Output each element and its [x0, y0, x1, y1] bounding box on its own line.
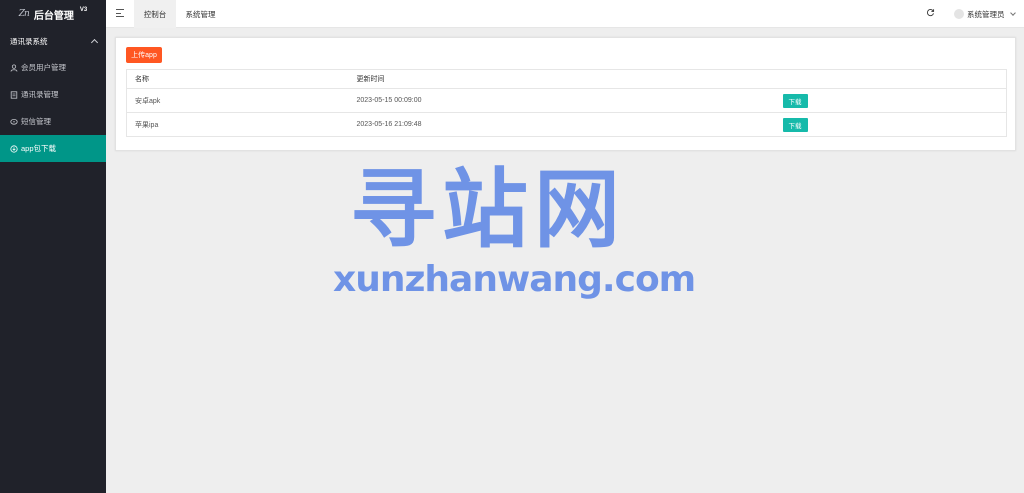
sidebar-item-app-download[interactable]: app包下载 [0, 135, 106, 162]
avatar [954, 9, 964, 19]
cell-action: 下载 [774, 88, 1007, 113]
menu-toggle-icon[interactable] [116, 9, 124, 17]
table-header-row: 名称 更新时间 [126, 69, 1007, 89]
top-header: 控制台 系统管理 系统管理员 [106, 0, 1024, 28]
message-icon [10, 118, 18, 126]
cell-name: 安卓apk [126, 88, 349, 113]
cell-updated: 2023-05-16 21:09:48 [348, 112, 775, 137]
table-row: 安卓apk 2023-05-15 00:09:00 下载 [126, 88, 1007, 113]
user-name: 系统管理员 [967, 9, 1005, 19]
sidebar-item-member-users[interactable]: 会员用户管理 [0, 54, 106, 81]
user-icon [10, 63, 18, 72]
logo[interactable]: Zn 后台管理 V3 [0, 0, 106, 28]
column-header-action [774, 69, 1007, 89]
chevron-up-icon [90, 38, 99, 47]
sidebar-item-sms[interactable]: 短信管理 [0, 108, 106, 135]
table-row: 苹果ipa 2023-05-16 21:09:48 下载 [126, 112, 1007, 137]
download-icon [10, 144, 18, 153]
download-button[interactable]: 下载 [782, 93, 808, 108]
sidebar-item-label: app包下载 [21, 144, 57, 153]
sidebar-group-label: 通讯录系统 [10, 36, 48, 46]
app-title: 后台管理 [33, 10, 74, 22]
sidebar-item-label: 会员用户管理 [21, 63, 66, 72]
tab-system-management[interactable]: 系统管理 [178, 0, 223, 28]
cell-updated: 2023-05-15 00:09:00 [348, 88, 775, 113]
watermark-chinese: 寻站网 [350, 160, 626, 260]
column-header-name: 名称 [126, 69, 349, 89]
app-version: V3 [79, 7, 88, 13]
chevron-down-icon [1009, 10, 1016, 16]
sidebar-group-contacts-system[interactable]: 通讯录系统 [0, 28, 106, 54]
refresh-icon[interactable] [926, 8, 935, 17]
sidebar-item-label: 短信管理 [21, 117, 51, 126]
logo-mark: Zn [18, 9, 30, 19]
tab-dashboard[interactable]: 控制台 [134, 0, 176, 28]
user-menu[interactable]: 系统管理员 [954, 0, 1016, 28]
cell-name: 苹果ipa [126, 112, 349, 137]
sidebar-item-contacts[interactable]: 通讯录管理 [0, 81, 106, 108]
watermark: 寻站网 xunzhanwang.com [333, 160, 696, 310]
app-package-table: 名称 更新时间 安卓apk 2023-05-15 00:09:00 下载 苹果i… [126, 69, 1007, 137]
sidebar: Zn 后台管理 V3 通讯录系统 会员用户管理 通讯录管理 短信管理 app包下载 [0, 0, 106, 493]
upload-app-button[interactable]: 上传app [126, 47, 162, 63]
app-download-card: 上传app 名称 更新时间 安卓apk 2023-05-15 00:09:00 … [115, 37, 1016, 151]
download-button[interactable]: 下载 [782, 117, 808, 132]
watermark-domain: xunzhanwang.com [333, 259, 696, 300]
cell-action: 下载 [774, 112, 1007, 137]
column-header-updated: 更新时间 [348, 69, 775, 89]
book-icon [10, 90, 18, 99]
sidebar-item-label: 通讯录管理 [21, 90, 59, 99]
